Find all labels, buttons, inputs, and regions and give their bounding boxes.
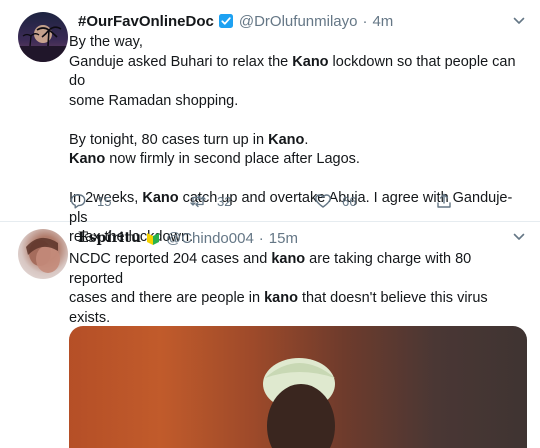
separator: · <box>362 12 368 30</box>
tweet-text-line: cases and there are people in kano that … <box>69 289 529 328</box>
separator: · <box>258 229 264 247</box>
beginner-badge-icon <box>145 230 161 246</box>
avatar[interactable] <box>18 229 68 279</box>
tweet-text-line: Ganduje asked Buhari to relax the Kano l… <box>69 53 529 92</box>
handle[interactable]: @DrOlufunmilayo <box>239 13 358 30</box>
text-segment: . <box>304 131 309 148</box>
tweet-text-line: Kano now firmly in second place after La… <box>69 150 529 170</box>
reply-icon <box>70 194 86 209</box>
handle[interactable]: @Chindo004 <box>166 230 254 247</box>
tweet-text-line: some Ramadan shopping. <box>69 92 529 112</box>
retweet-button[interactable]: 32 <box>189 192 231 210</box>
display-name[interactable]: Espíritu <box>78 230 141 246</box>
tweet-text-line: By the way, <box>69 33 529 53</box>
like-button[interactable]: 66 <box>314 192 356 210</box>
tweet-actions: 15 32 66 <box>69 192 469 212</box>
tweet-text-line: NCDC reported 204 cases and kano are tak… <box>69 250 529 289</box>
text-segment: now firmly in second place after Lagos. <box>105 151 360 167</box>
timestamp[interactable]: 15m <box>269 230 298 247</box>
text-segment: some Ramadan shopping. <box>69 92 239 109</box>
tweet[interactable]: Espíritu @Chindo004 · 15m NCDC reported … <box>0 223 540 448</box>
tweet-media-image[interactable] <box>69 326 527 448</box>
verified-badge-icon <box>218 13 234 29</box>
like-count: 66 <box>342 193 357 209</box>
caret-down-icon[interactable] <box>512 14 526 28</box>
text-segment: By the way, <box>69 34 143 50</box>
retweet-count: 32 <box>217 193 232 209</box>
tweet-text-line: By tonight, 80 cases turn up in Kano. <box>69 131 529 151</box>
highlighted-keyword: kano <box>271 251 306 267</box>
tweet-header: #OurFavOnlineDoc @DrOlufunmilayo · 4m <box>78 11 393 31</box>
caret-down-icon[interactable] <box>512 230 526 244</box>
retweet-icon <box>190 194 206 208</box>
text-segment: Ganduje asked Buhari to relax the <box>69 53 293 70</box>
tweet-text: By the way, Ganduje asked Buhari to relax… <box>69 33 529 248</box>
reply-button[interactable]: 15 <box>69 192 111 210</box>
tweet[interactable]: #OurFavOnlineDoc @DrOlufunmilayo · 4m By… <box>0 0 540 245</box>
highlighted-keyword: Kano <box>69 151 106 167</box>
like-icon <box>315 194 331 208</box>
share-icon <box>437 193 451 208</box>
display-name[interactable]: #OurFavOnlineDoc <box>78 13 214 30</box>
reply-count: 15 <box>97 193 112 209</box>
timestamp[interactable]: 4m <box>372 13 393 30</box>
avatar[interactable] <box>18 12 68 62</box>
text-segment: NCDC reported 204 cases and <box>69 251 272 267</box>
text-segment: cases and there are people in <box>69 290 265 306</box>
highlighted-keyword: Kano <box>268 131 305 148</box>
share-button[interactable] <box>435 192 463 210</box>
highlighted-keyword: Kano <box>292 53 329 70</box>
text-segment: By tonight, 80 cases turn up in <box>69 131 269 148</box>
tweet-header: Espíritu @Chindo004 · 15m <box>78 228 298 248</box>
highlighted-keyword: kano <box>264 290 298 306</box>
